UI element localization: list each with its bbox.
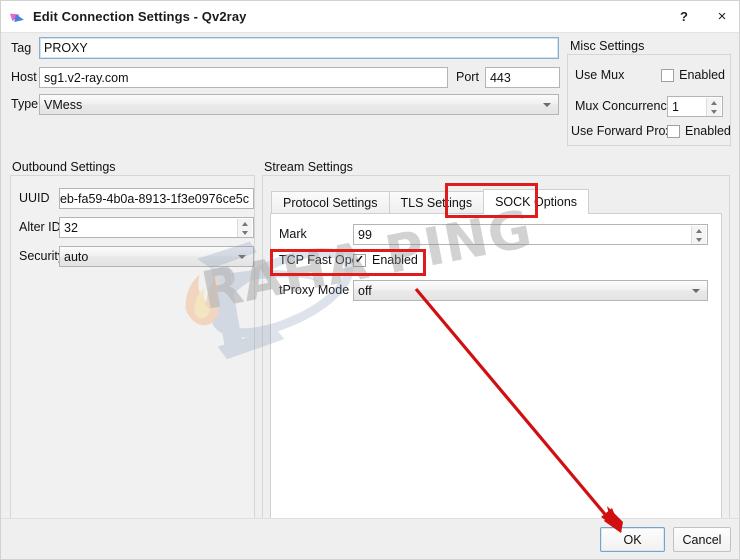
mux-concurrency-value: 1 <box>672 99 679 114</box>
tag-row: Tag PROXY <box>11 37 559 59</box>
mark-row: Mark 99 <box>279 224 708 245</box>
alter-id-spinbox[interactable]: 32 <box>59 217 254 238</box>
alter-id-value: 32 <box>64 220 78 235</box>
tproxy-mode-value: off <box>358 283 372 298</box>
uuid-label: UUID <box>19 191 50 206</box>
port-label: Port <box>456 70 479 85</box>
alter-id-row: Alter ID 32 <box>19 217 254 238</box>
tproxy-mode-combobox[interactable]: off <box>353 280 708 301</box>
uuid-value: 6552feb-fa59-4b0a-8913-1f3e0976ce5c <box>59 191 249 206</box>
mux-concurrency-label: Mux Concurrency <box>575 99 673 114</box>
tab-tls-settings-label: TLS Settings <box>400 196 473 210</box>
security-label: Security <box>19 249 65 264</box>
chevron-down-icon <box>238 254 246 259</box>
window-title: Edit Connection Settings - Qv2ray <box>33 9 247 24</box>
spin-down-icon[interactable] <box>707 108 721 117</box>
spin-down-icon[interactable] <box>238 229 252 238</box>
type-combobox[interactable]: VMess <box>39 94 559 115</box>
tab-sock-options[interactable]: SOCK Options <box>483 189 590 214</box>
misc-settings-title: Misc Settings <box>567 39 648 53</box>
security-combobox-value: auto <box>64 249 89 264</box>
tag-label: Tag <box>11 40 32 55</box>
title-bar: Edit Connection Settings - Qv2ray ? × <box>1 1 739 33</box>
edit-connection-settings-window: Edit Connection Settings - Qv2ray ? × Ta… <box>0 0 740 560</box>
type-combobox-value: VMess <box>44 97 83 112</box>
host-label: Host <box>11 70 37 85</box>
use-mux-checkbox[interactable] <box>661 69 675 82</box>
type-row: Type VMess <box>11 94 559 115</box>
use-mux-enabled-label: Enabled <box>679 68 725 83</box>
security-combobox[interactable]: auto <box>59 246 254 267</box>
mark-value: 99 <box>358 227 372 242</box>
tab-sock-options-label: SOCK Options <box>495 195 578 209</box>
uuid-row: UUID 6552feb-fa59-4b0a-8913-1f3e0976ce5c <box>19 188 254 209</box>
tproxy-mode-row: tProxy Mode off <box>279 280 708 301</box>
mark-spin-buttons[interactable] <box>691 226 706 245</box>
stream-settings-tabs: Protocol Settings TLS Settings SOCK Opti… <box>271 189 590 214</box>
outbound-settings-title: Outbound Settings <box>9 160 119 174</box>
alter-id-label: Alter ID <box>19 220 61 235</box>
port-input[interactable]: 443 <box>484 67 560 88</box>
use-forward-proxy-enabled-label: Enabled <box>685 124 731 139</box>
mark-label: Mark <box>279 227 307 242</box>
uuid-input[interactable]: 6552feb-fa59-4b0a-8913-1f3e0976ce5c <box>59 188 254 209</box>
tcp-fast-open-enabled-label: Enabled <box>372 253 418 268</box>
use-forward-proxy-checkbox[interactable] <box>667 125 680 138</box>
title-bar-buttons: ? × <box>665 1 739 32</box>
use-forward-proxy-label: Use Forward Proxy <box>571 124 678 139</box>
tab-protocol-settings-label: Protocol Settings <box>283 196 378 210</box>
stream-settings-title: Stream Settings <box>261 160 356 174</box>
alter-id-spin-buttons[interactable] <box>237 219 252 238</box>
mux-concurrency-spinbox[interactable]: 1 <box>667 96 723 117</box>
type-label: Type <box>11 97 39 112</box>
spin-down-icon[interactable] <box>692 236 706 245</box>
spin-up-icon[interactable] <box>692 226 706 236</box>
tproxy-mode-label: tProxy Mode <box>279 283 350 298</box>
use-mux-label: Use Mux <box>575 68 625 83</box>
tcp-fast-open-label: TCP Fast Open <box>279 253 366 268</box>
ok-button[interactable]: OK <box>600 527 665 552</box>
security-row: Security auto <box>19 246 254 267</box>
use-forward-proxy-row: Use Forward Proxy Enabled <box>571 125 731 138</box>
cancel-button[interactable]: Cancel <box>673 527 731 552</box>
close-icon[interactable]: × <box>703 1 739 32</box>
dialog-button-bar: OK Cancel <box>1 518 739 559</box>
tab-tls-settings[interactable]: TLS Settings <box>388 191 485 214</box>
help-icon[interactable]: ? <box>665 1 703 32</box>
chevron-down-icon <box>543 102 551 107</box>
mux-concurrency-row: Mux Concurrency 1 <box>575 96 723 117</box>
tag-input[interactable]: PROXY <box>39 37 559 59</box>
host-input[interactable]: sg1.v2-ray.com <box>39 67 448 88</box>
qv2ray-logo-icon <box>9 9 26 25</box>
tcp-fast-open-checkbox[interactable]: ✓ <box>353 254 366 267</box>
use-mux-row: Use Mux Enabled <box>575 69 725 82</box>
mark-spinbox[interactable]: 99 <box>353 224 708 245</box>
tab-protocol-settings[interactable]: Protocol Settings <box>271 191 390 214</box>
spin-up-icon[interactable] <box>238 219 252 229</box>
spin-up-icon[interactable] <box>707 98 721 108</box>
host-port-row: Host sg1.v2-ray.com Port 443 <box>11 67 560 88</box>
mux-concurrency-spin-buttons[interactable] <box>706 98 721 117</box>
tcp-fast-open-row: TCP Fast Open ✓ Enabled <box>279 254 418 267</box>
chevron-down-icon <box>692 288 700 293</box>
